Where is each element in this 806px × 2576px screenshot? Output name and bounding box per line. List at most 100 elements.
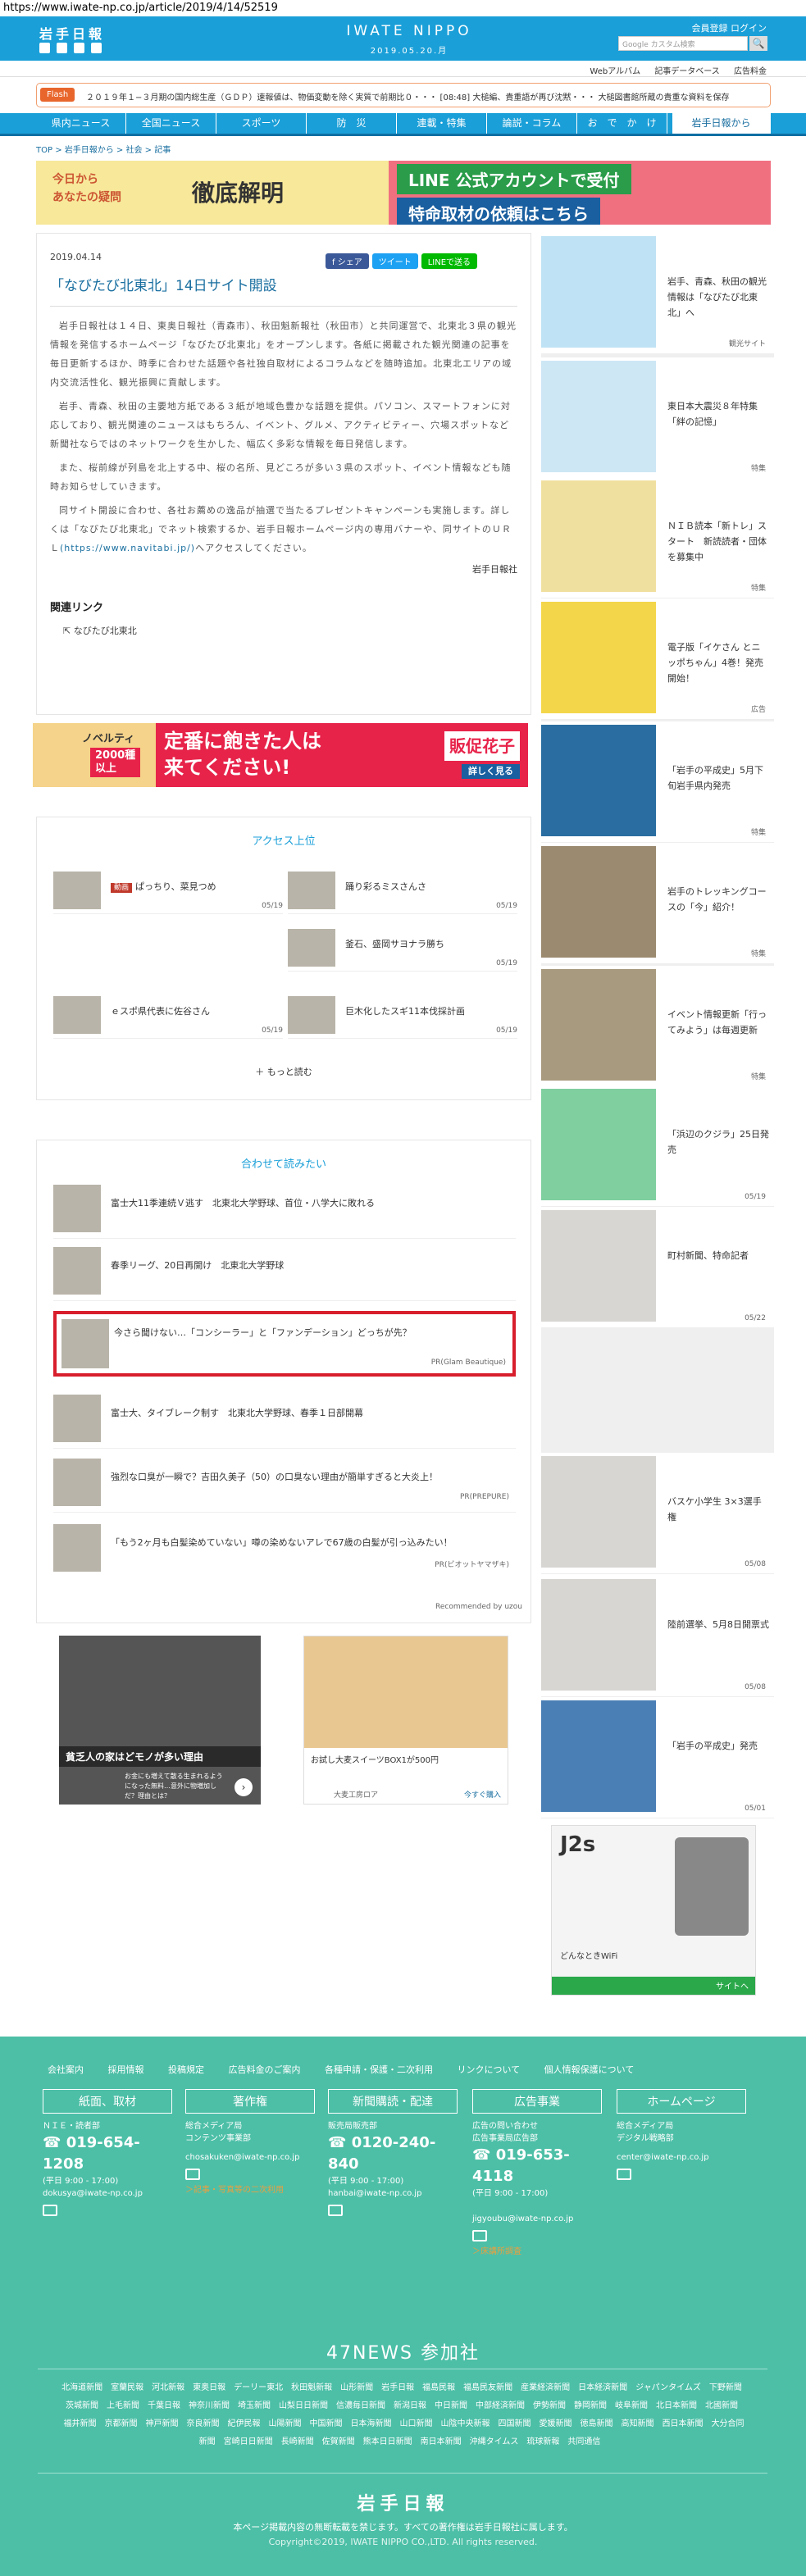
recommended-by[interactable]: Recommended by uzou (435, 1603, 522, 1611)
member-paper-link[interactable]: 琉球新報 (526, 2437, 559, 2446)
ranking-title[interactable]: ぱっちり、菜見つめ (135, 881, 216, 892)
member-paper-link[interactable]: 北海道新聞 (61, 2383, 102, 2392)
wifi-ad-button[interactable]: サイトへ (716, 1979, 749, 1991)
sidebar-text[interactable]: 陸前選挙、5月8日開票式 (667, 1617, 769, 1632)
email[interactable]: dokusya@iwate-np.co.jp (43, 2187, 172, 2200)
member-paper-link[interactable]: 山梨日日新聞 (279, 2401, 328, 2410)
member-paper-link[interactable]: 紀伊民報 (228, 2419, 261, 2428)
sidebar-item[interactable]: 「岩手の平成史」発売 05/01 (541, 1697, 774, 1818)
sidebar-text[interactable]: 岩手、青森、秋田の観光情報は「なびたび北東北」へ (667, 274, 769, 321)
sidebar-text[interactable]: イベント情報更新「行ってみよう」は毎週更新 (667, 1007, 769, 1038)
sidebar-text[interactable]: 岩手のトレッキングコースの「今」紹介！ (667, 884, 769, 915)
sidebar-text[interactable]: 東日本大震災８年特集「絆の記憶」 (667, 398, 769, 430)
sidebar-item[interactable]: バスケ小学生 3×3選手権 05/08 (541, 1453, 774, 1574)
brand-wordmark[interactable]: IWATE NIPPO (339, 23, 479, 39)
sidebar-text[interactable]: 「浜辺のクジラ」25日発売 (667, 1126, 769, 1158)
phone-number[interactable]: ☎ 019-653-4118 (472, 2145, 602, 2187)
related-link-label[interactable]: なびたび北東北 (74, 626, 137, 636)
member-paper-link[interactable]: 山陰中央新報 (441, 2419, 490, 2428)
member-paper-link[interactable]: 高知新聞 (622, 2419, 654, 2428)
recommended-item-highlighted[interactable]: 今さら聞けない…「コンシーラー」と「ファンデーション」どっちが先？ PR(Gla… (53, 1311, 516, 1377)
line-icon[interactable] (91, 43, 102, 53)
sidebar-item[interactable]: ＮＩＢ読本「新トレ」スタート 新読読者・団体を募集中 特集 (541, 477, 774, 598)
twitter-icon[interactable] (39, 43, 50, 53)
member-paper-link[interactable]: 室蘭民報 (111, 2383, 143, 2392)
ranking-item[interactable]: 動画 ぱっちり、菜見つめ 05/19 (53, 865, 283, 914)
member-paper-link[interactable]: 中部経済新聞 (476, 2401, 525, 2410)
member-paper-link[interactable]: 佐賀新聞 (322, 2437, 355, 2446)
sidebar-item[interactable]: 陸前選挙、5月8日開票式 05/08 (541, 1576, 774, 1697)
member-paper-link[interactable]: 沖縄タイムス (470, 2437, 519, 2446)
nav-item[interactable]: 県内ニュース (36, 113, 126, 134)
phone-number[interactable]: ☎ 019-654-1208 (43, 2132, 172, 2175)
footer-sub-link[interactable]: ＞記事・写真等の二次利用 (185, 2182, 315, 2195)
wifi-ad[interactable]: J2s どんなときWiFi サイトへ (551, 1825, 756, 1996)
footer-link[interactable]: 採用情報 (108, 2064, 144, 2075)
footer-sub-link[interactable]: ＞床講所調査 (472, 2244, 602, 2256)
member-paper-link[interactable]: 福島民報 (422, 2383, 455, 2392)
member-paper-link[interactable]: 四国新聞 (499, 2419, 531, 2428)
sidebar-item[interactable]: 岩手、青森、秋田の観光情報は「なびたび北東北」へ 観光サイト (541, 233, 774, 354)
sidebar-text[interactable]: ＮＩＢ読本「新トレ」スタート 新読読者・団体を募集中 (667, 518, 769, 565)
footer-logo[interactable]: 岩手日報 (0, 2489, 806, 2515)
member-links[interactable]: 会員登録 ログイン (692, 21, 767, 34)
member-paper-link[interactable]: 福島民友新聞 (463, 2383, 512, 2392)
nav-item[interactable]: 全国ニュース (126, 113, 216, 134)
member-paper-link[interactable]: 北日本新聞 (656, 2401, 697, 2410)
member-paper-link[interactable]: 新潟日報 (394, 2401, 426, 2410)
more-button[interactable]: ＋ もっと読む (37, 1065, 531, 1078)
member-paper-link[interactable]: 上毛新聞 (107, 2401, 139, 2410)
member-paper-link[interactable]: 福井新聞 (64, 2419, 97, 2428)
banner-ad-novelty[interactable]: ノベルティ 2000種 以上 定番に飽きた人は 来てください! 販促花子 詳しく… (33, 723, 528, 787)
sidebar-item[interactable]: 電子版「イケさん とニッポちゃん」4巻！発売開始！ 広告 (541, 598, 774, 720)
search-input[interactable]: Google カスタム検索 (618, 36, 748, 51)
sidebar-text[interactable]: バスケ小学生 3×3選手権 (667, 1494, 769, 1525)
ranking-title[interactable]: 巨木化したスギ11本伐採計画 (345, 1004, 517, 1017)
nav-item[interactable]: 連載・特集 (397, 113, 487, 134)
email[interactable]: chosakuken@iwate-np.co.jp (185, 2151, 315, 2164)
ad-bottom-right[interactable]: お試し大麦スイーツBOX1が500円 大麦工房ロア 今すぐ購入 (303, 1636, 508, 1805)
member-paper-link[interactable]: 徳島新聞 (581, 2419, 613, 2428)
recommended-item[interactable]: 「もう2ヶ月も白髪染めていない」噂の染めないアレで67歳の白髪が引っ込みたい！ … (53, 1518, 516, 1578)
ranking-item[interactable]: 踊り彩るミスさんさ 05/19 (288, 865, 517, 914)
member-paper-link[interactable]: 愛媛新聞 (540, 2419, 572, 2428)
recommended-title[interactable]: 春季リーグ、20日再開け 北東北大学野球 (111, 1258, 512, 1272)
address-bar[interactable]: https://www.iwate-np.co.jp/article/2019/… (0, 0, 806, 16)
ad-bottom-left[interactable]: 貧乏人の家はどモノが多い理由 お金にも増えて散る生まれるようになった無料…意外に… (59, 1636, 261, 1805)
recommended-item[interactable]: 富士大、タイブレーク制す 北東北大学野球、春季１日部開幕 (53, 1388, 516, 1449)
nav-item[interactable]: スポーツ (216, 113, 307, 134)
banner-ad-top[interactable]: 今日から あなたの疑問 徹底解明 LINE 公式アカウントで受付 特命取材の依頼… (36, 161, 771, 225)
mail-icon[interactable] (472, 2230, 487, 2241)
email[interactable]: jigyoubu@iwate-np.co.jp (472, 2213, 602, 2225)
member-paper-link[interactable]: ジャパンタイムズ (635, 2383, 701, 2392)
sidebar-text[interactable]: 電子版「イケさん とニッポちゃん」4巻！発売開始！ (667, 639, 769, 686)
member-paper-link[interactable]: 日本経済新聞 (578, 2383, 627, 2392)
email[interactable]: center@iwate-np.co.jp (617, 2151, 746, 2164)
ad-buy-link[interactable]: 今すぐ購入 (464, 1789, 501, 1800)
breadcrumb[interactable]: TOP > 岩手日報から > 社会 > 記事 (36, 143, 171, 155)
member-paper-link[interactable]: 北國新聞 (705, 2401, 738, 2410)
nav-item[interactable]: お で か け (577, 113, 667, 134)
member-paper-link[interactable]: 河北新報 (152, 2383, 184, 2392)
utility-link[interactable]: 広告料金 (734, 67, 767, 76)
arrow-right-icon[interactable]: › (235, 1778, 253, 1796)
ranking-title[interactable]: ｅスポ県代表に佐谷さん (111, 1004, 283, 1017)
member-paper-link[interactable]: 奈良新聞 (187, 2419, 220, 2428)
ranking-item[interactable]: 釜石、盛岡サヨナラ勝ち 05/19 (288, 922, 517, 972)
member-paper-link[interactable]: 中日新聞 (435, 2401, 467, 2410)
recommended-title[interactable]: 富士大11季連続Ｖ逃す 北東北大学野球、首位・八学大に敗れる (111, 1196, 512, 1209)
member-paper-link[interactable]: 信濃毎日新聞 (336, 2401, 385, 2410)
member-paper-link[interactable]: 中国新聞 (310, 2419, 343, 2428)
mail-icon[interactable] (185, 2169, 200, 2180)
facebook-share-button[interactable]: f シェア (326, 253, 369, 269)
footer-link[interactable]: 投稿規定 (168, 2064, 204, 2075)
member-paper-link[interactable]: 京都新聞 (105, 2419, 138, 2428)
member-paper-link[interactable]: 熊本日日新聞 (363, 2437, 412, 2446)
member-paper-link[interactable]: 埼玉新聞 (238, 2401, 271, 2410)
news-icon[interactable] (74, 43, 84, 53)
member-paper-link[interactable]: 長崎新聞 (281, 2437, 314, 2446)
recommended-item[interactable]: 春季リーグ、20日再開け 北東北大学野球 (53, 1240, 516, 1301)
footer-link[interactable]: リンクについて (458, 2064, 521, 2075)
recommended-item[interactable]: 富士大11季連続Ｖ逃す 北東北大学野球、首位・八学大に敗れる (53, 1178, 516, 1239)
footer-link[interactable]: 広告料金のご案内 (229, 2064, 301, 2075)
